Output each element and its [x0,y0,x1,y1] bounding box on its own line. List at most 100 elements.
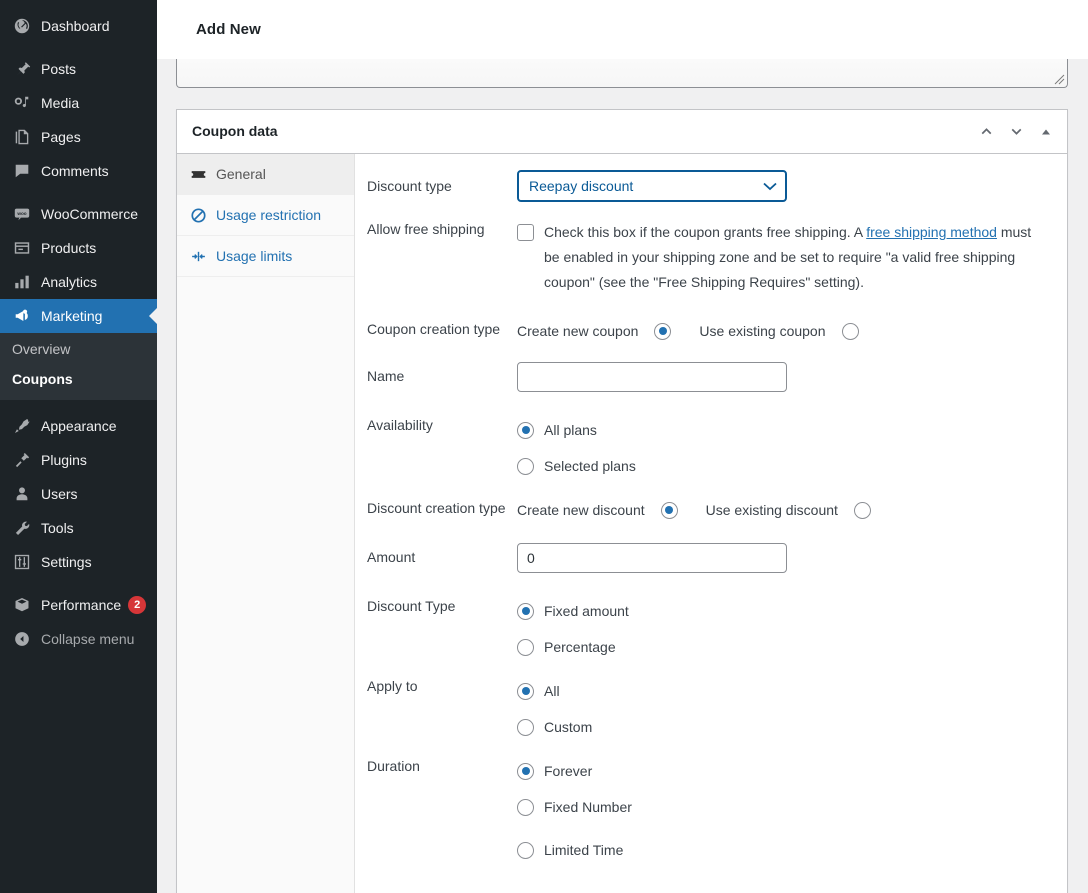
sidebar-item-label: Products [41,240,97,256]
radio-custom[interactable] [517,719,534,736]
content-area: Coupon data General Usage restriction Us… [157,59,1088,893]
free-shipping-description: Check this box if the coupon grants free… [544,220,1047,295]
field-duration: Duration Forever Fixed Number Limited Ti… [355,754,1067,877]
radio-row-all-plans: All plans [517,415,1047,445]
field-label: Coupon creation type [367,321,501,337]
excerpt-textarea[interactable] [176,59,1068,88]
radio-all-plans[interactable] [517,421,534,439]
coupon-data-body: General Usage restriction Usage limits D… [177,154,1067,893]
free-shipping-method-link[interactable]: free shipping method [866,224,997,240]
sidebar-item-media[interactable]: Media [0,86,157,120]
megaphone-icon [12,306,32,326]
tab-general[interactable]: General [177,154,354,195]
radio-fixed-number[interactable] [517,799,534,816]
amount-input[interactable] [517,543,787,573]
radio-label-use-existing-discount: Use existing discount [705,501,838,518]
coupon-data-panel-header: Coupon data [177,110,1067,154]
sidebar-item-label: Settings [41,554,92,570]
chevron-down-icon[interactable] [1001,110,1031,154]
radio-row-all: All [517,676,1047,706]
radio-percentage[interactable] [517,639,534,656]
sidebar-item-dashboard[interactable]: Dashboard [0,9,157,43]
tab-label: Usage limits [216,248,293,264]
field-discount-creation-type: Discount creation type Create new discou… [355,493,1067,530]
field-availability: Availability All plans Selected plans [355,397,1067,493]
radio-row-limited-time: Limited Time [517,829,1047,872]
sidebar-item-users[interactable]: Users [0,477,157,511]
radio-row-fixed-number: Fixed Number [517,786,1047,829]
media-icon [12,93,32,113]
radio-fixed-amount[interactable] [517,602,534,620]
sidebar-item-products[interactable]: Products [0,231,157,265]
radio-label-percentage: Percentage [544,639,616,655]
sidebar-item-label: Appearance [41,418,117,434]
radio-use-existing-coupon[interactable] [841,322,859,340]
radio-all[interactable] [517,682,534,700]
triangle-up-icon[interactable] [1031,110,1067,154]
pages-icon [12,127,32,147]
sidebar-item-label: Plugins [41,452,87,468]
free-shipping-checkbox[interactable] [517,224,534,241]
sidebar-item-label: Users [41,486,78,502]
field-label: Allow free shipping [367,221,485,237]
collapse-icon [12,629,32,649]
field-control: Check this box if the coupon grants free… [517,218,1047,295]
admin-screen: Dashboard Posts Media Pages Comments woo… [0,0,1088,893]
sidebar-item-plugins[interactable]: Plugins [0,443,157,477]
radio-create-new-coupon[interactable] [654,322,672,340]
woocommerce-icon: woo [12,204,32,224]
field-control: All Custom [517,674,1047,749]
users-icon [12,484,32,504]
discount-type-select[interactable]: Reepay discount [517,170,787,202]
radio-row-fixed-amount: Fixed amount [517,596,1047,626]
sidebar-item-woocommerce[interactable]: woo WooCommerce [0,197,157,231]
submenu-item-coupons[interactable]: Coupons [0,364,157,394]
radio-label-all-plans: All plans [544,421,597,438]
tab-usage-restriction[interactable]: Usage restriction [177,195,354,236]
sidebar-item-label: Performance [41,597,122,613]
sidebar-item-label: Posts [41,61,77,77]
sidebar-item-label: Tools [41,520,74,536]
sidebar-item-label: Marketing [41,308,103,324]
sidebar-item-pages[interactable]: Pages [0,120,157,154]
tab-usage-limits[interactable]: Usage limits [177,236,354,277]
sidebar-item-appearance[interactable]: Appearance [0,409,157,443]
free-shipping-text-1: Check this box if the coupon grants free… [544,224,867,240]
field-allow-free-shipping: Allow free shipping Check this box if th… [355,207,1067,300]
resize-handle-icon[interactable] [1054,74,1065,85]
radio-label-all: All [544,682,560,699]
sidebar-item-posts[interactable]: Posts [0,52,157,86]
sidebar-item-label: Dashboard [41,18,110,34]
field-control [517,541,1047,573]
radio-label-use-existing-coupon: Use existing coupon [699,322,826,339]
field-discount-type: Discount type Reepay discount [355,163,1067,207]
radio-forever[interactable] [517,762,534,780]
field-label: Discount Type [367,598,456,614]
submenu-item-overview[interactable]: Overview [0,334,157,364]
sidebar-item-marketing[interactable]: Marketing [0,299,157,333]
sidebar-item-label: Analytics [41,274,98,290]
radio-selected-plans[interactable] [517,458,534,475]
chevron-up-icon[interactable] [971,110,1001,154]
pin-icon [12,59,32,79]
sidebar-item-performance[interactable]: Performance 2 [0,588,157,622]
field-label: Discount creation type [367,500,506,516]
sidebar-item-tools[interactable]: Tools [0,511,157,545]
name-input[interactable] [517,362,787,392]
sidebar-item-settings[interactable]: Settings [0,545,157,579]
field-label: Name [367,368,405,384]
radio-use-existing-discount[interactable] [853,501,871,519]
page-title: Add New [196,21,261,38]
appearance-icon [12,416,32,436]
menu-separator [0,43,157,52]
sidebar-item-collapse-menu[interactable]: Collapse menu [0,622,157,656]
sidebar-item-label: Comments [41,163,109,179]
svg-text:woo: woo [16,211,26,216]
field-label: Apply to [367,678,418,694]
sidebar-item-analytics[interactable]: Analytics [0,265,157,299]
menu-separator [0,400,157,409]
radio-limited-time[interactable] [517,842,534,859]
coupon-data-tabs: General Usage restriction Usage limits [177,154,355,893]
radio-create-new-discount[interactable] [660,501,678,519]
sidebar-item-comments[interactable]: Comments [0,154,157,188]
